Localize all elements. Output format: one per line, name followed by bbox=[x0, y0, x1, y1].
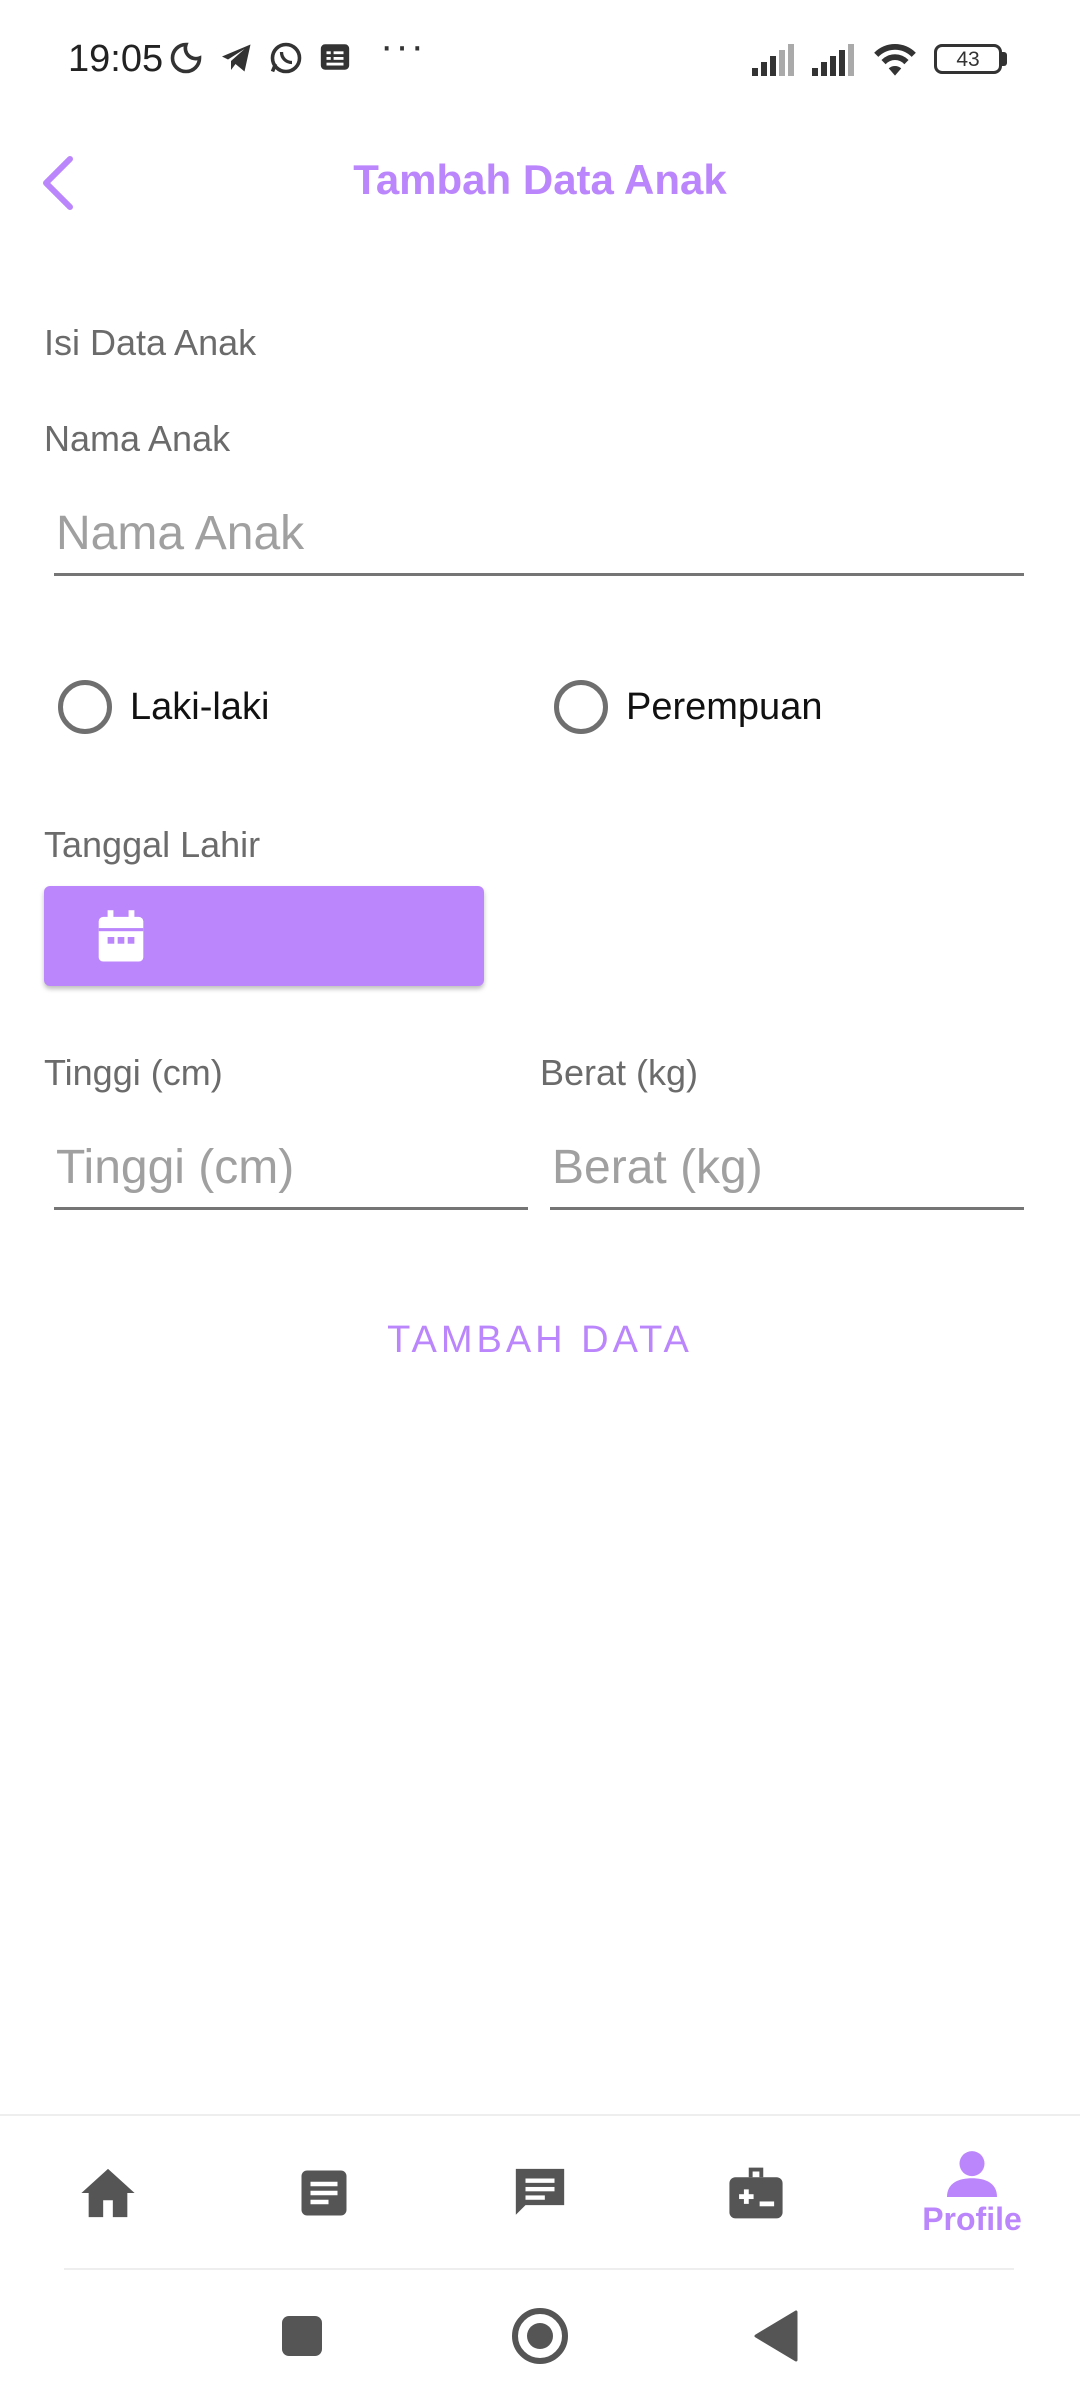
person-icon bbox=[947, 2150, 997, 2197]
signal-icon bbox=[812, 44, 854, 76]
nav-item-articles[interactable] bbox=[216, 2116, 432, 2270]
weight-field-container bbox=[550, 1128, 1024, 1210]
nav-item-chat[interactable] bbox=[432, 2116, 648, 2270]
add-data-button[interactable]: TAMBAH DATA bbox=[340, 1300, 740, 1380]
nav-item-health[interactable] bbox=[648, 2116, 864, 2270]
name-input[interactable] bbox=[54, 494, 1024, 573]
system-navigation-bar bbox=[0, 2270, 1080, 2400]
page-title: Tambah Data Anak bbox=[353, 156, 727, 203]
bottom-navigation: Profile bbox=[0, 2114, 1080, 2268]
calendar-icon bbox=[98, 910, 144, 962]
wifi-icon bbox=[874, 43, 916, 76]
height-field-container bbox=[54, 1128, 528, 1210]
back-triangle-icon[interactable] bbox=[752, 2310, 798, 2362]
medical-kit-icon bbox=[729, 2167, 783, 2219]
recent-apps-icon[interactable] bbox=[280, 2314, 324, 2358]
news-icon bbox=[320, 44, 350, 70]
chat-icon bbox=[515, 2168, 565, 2215]
height-label: Tinggi (cm) bbox=[44, 1052, 223, 1093]
name-field-container bbox=[54, 494, 1024, 576]
nav-item-home[interactable] bbox=[0, 2116, 216, 2270]
home-icon bbox=[81, 2168, 135, 2218]
telegram-icon bbox=[222, 44, 251, 72]
gender-radio-female[interactable]: Perempuan bbox=[554, 680, 822, 734]
radio-button[interactable] bbox=[58, 680, 112, 734]
nav-label-profile: Profile bbox=[922, 2200, 1022, 2237]
nav-item-profile[interactable]: Profile bbox=[864, 2116, 1080, 2270]
status-bar: 19:05 ··· 43 bbox=[0, 0, 1080, 120]
gender-label-male: Laki-laki bbox=[130, 685, 270, 728]
status-time: 19:05 bbox=[68, 38, 164, 80]
gender-label-female: Perempuan bbox=[626, 685, 823, 728]
battery-icon: 43 bbox=[934, 44, 1002, 74]
birth-date-label: Tanggal Lahir bbox=[44, 824, 261, 865]
radio-button[interactable] bbox=[554, 680, 608, 734]
more-notifications: ··· bbox=[380, 24, 426, 68]
section-title: Isi Data Anak bbox=[44, 322, 257, 363]
weight-input[interactable] bbox=[550, 1128, 1024, 1207]
battery-level: 43 bbox=[956, 48, 980, 71]
home-circle-icon[interactable] bbox=[510, 2306, 570, 2366]
article-icon bbox=[301, 2170, 347, 2216]
name-label: Nama Anak bbox=[44, 418, 231, 459]
gender-radio-male[interactable]: Laki-laki bbox=[58, 680, 269, 734]
moon-icon bbox=[170, 42, 202, 74]
weight-label: Berat (kg) bbox=[540, 1052, 699, 1093]
battery-cap bbox=[1002, 52, 1007, 66]
whatsapp-icon bbox=[270, 42, 302, 74]
date-picker-button[interactable] bbox=[44, 886, 484, 986]
height-input[interactable] bbox=[54, 1128, 528, 1207]
signal-icon bbox=[752, 44, 794, 76]
